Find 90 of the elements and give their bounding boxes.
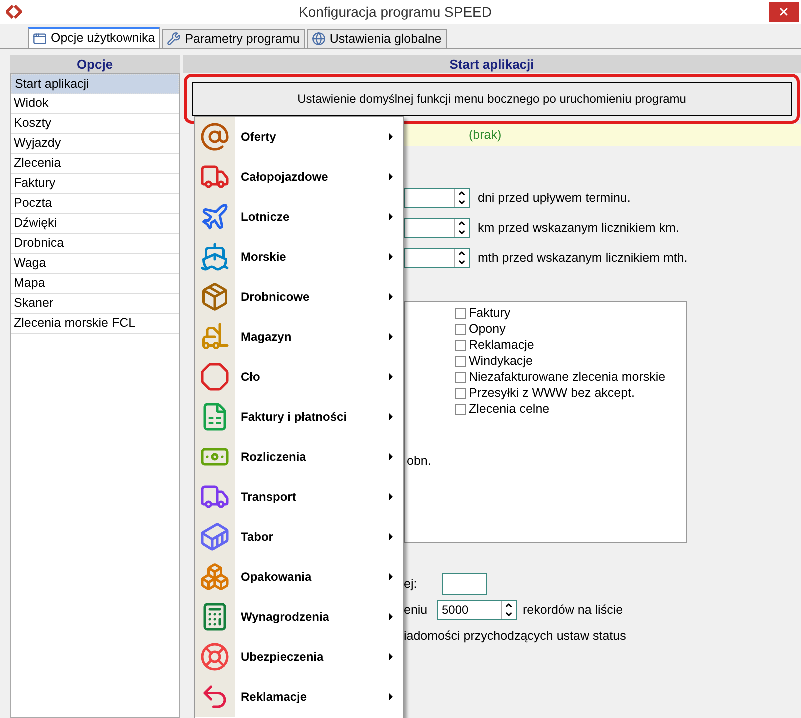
menu-item[interactable]: Cło <box>195 357 403 397</box>
checkbox[interactable] <box>455 324 466 334</box>
list-item[interactable]: Start aplikacji <box>11 74 179 94</box>
tab[interactable]: Opcje użytkownika <box>28 27 160 48</box>
menu-item[interactable]: Lotnicze <box>195 197 403 237</box>
octagon-icon <box>200 362 230 392</box>
submenu-arrow-icon <box>389 293 393 301</box>
list-item[interactable]: Zlecenia <box>11 154 179 174</box>
spin-suffix: mth przed wskazanym licznikiem mth. <box>478 250 688 267</box>
list-item[interactable]: Koszty <box>11 114 179 134</box>
submenu-arrow-icon <box>389 573 393 581</box>
menu-item[interactable]: Reklamacje <box>195 677 403 717</box>
list-item[interactable]: Dźwięki <box>11 214 179 234</box>
spin-field[interactable] <box>404 218 470 238</box>
checkbox-label: Zlecenia celne <box>469 400 550 418</box>
submenu-arrow-icon <box>389 253 393 261</box>
spin-field[interactable] <box>404 248 470 268</box>
checkbox-label: Faktury <box>469 304 511 322</box>
checkbox-label: Przesyłki z WWW bez akcept. <box>469 384 635 402</box>
close-icon <box>778 6 790 18</box>
menu-item[interactable]: Magazyn <box>195 317 403 357</box>
spin-suffix: dni przed upływem terminu. <box>478 190 631 207</box>
app-logo-icon <box>6 5 22 19</box>
checkbox[interactable] <box>455 388 466 398</box>
menu-item[interactable]: Rozliczenia <box>195 437 403 477</box>
default-menu-button[interactable]: Ustawienie domyślnej funkcji menu bocznego po uruchomieniu programu <box>192 82 792 116</box>
submenu-arrow-icon <box>389 693 393 701</box>
spin-field[interactable] <box>404 188 470 208</box>
at-sign-icon <box>200 122 230 152</box>
submenu-arrow-icon <box>389 413 393 421</box>
wrench-icon <box>167 32 182 46</box>
menu-item[interactable]: Ubezpieczenia <box>195 637 403 677</box>
ship-icon <box>200 242 230 272</box>
menu-item[interactable]: Faktury i płatności <box>195 397 403 437</box>
menu-item[interactable]: Morskie <box>195 237 403 277</box>
list-text: obn. <box>406 453 432 470</box>
field-label: eniu <box>404 602 429 619</box>
menu-item[interactable]: Drobnicowe <box>195 277 403 317</box>
list-item[interactable]: Faktury <box>11 174 179 194</box>
list-item[interactable]: Mapa <box>11 274 179 294</box>
menu-item[interactable]: Opakowania <box>195 557 403 597</box>
panel-header: Opcje <box>10 55 180 73</box>
list-item[interactable]: Widok <box>11 94 179 114</box>
forklift-icon <box>200 322 230 352</box>
window-title: Konfiguracja programu SPEED <box>298 2 493 22</box>
submenu-arrow-icon <box>389 373 393 381</box>
boxes-icon <box>200 562 230 592</box>
list-item[interactable]: Waga <box>11 254 179 274</box>
submenu-arrow-icon <box>389 173 393 181</box>
submenu-arrow-icon <box>389 533 393 541</box>
list-item[interactable]: Skaner <box>11 294 179 314</box>
submenu-arrow-icon <box>389 133 393 141</box>
lifebuoy-icon <box>200 642 230 672</box>
list-item[interactable]: Drobnica <box>11 234 179 254</box>
checkbox[interactable] <box>455 404 466 414</box>
field-suffix: rekordów na liście <box>523 602 624 619</box>
checkbox-label: Opony <box>469 320 506 338</box>
checkbox[interactable] <box>455 356 466 366</box>
menu-item[interactable]: Całopojazdowe <box>195 157 403 197</box>
tab[interactable]: Parametry programu <box>162 29 305 48</box>
submenu-arrow-icon <box>389 453 393 461</box>
status-label: iadomości przychodzących ustaw status <box>403 628 628 645</box>
checkbox-label: Reklamacje <box>469 336 534 354</box>
menu-item[interactable]: Wynagrodzenia <box>195 597 403 637</box>
menu-item[interactable]: Tabor <box>195 517 403 557</box>
checkbox[interactable] <box>455 340 466 350</box>
submenu-arrow-icon <box>389 613 393 621</box>
globe-icon <box>312 32 326 46</box>
submenu-arrow-icon <box>389 493 393 501</box>
tab[interactable]: Ustawienia globalne <box>306 29 447 48</box>
submenu-arrow-icon <box>389 653 393 661</box>
spin-suffix: km przed wskazanym licznikiem km. <box>478 220 680 237</box>
list-item[interactable]: Wyjazdy <box>11 134 179 154</box>
text-field[interactable] <box>442 573 488 595</box>
box-icon <box>200 282 230 312</box>
checkbox[interactable] <box>455 372 466 382</box>
checkbox-label: Windykacje <box>469 352 533 370</box>
spin-field[interactable]: 5000 <box>437 600 517 620</box>
list-item[interactable]: Poczta <box>11 194 179 214</box>
close-button[interactable] <box>769 2 799 22</box>
checkbox-label: Niezafakturowane zlecenia morskie <box>469 368 666 386</box>
checkbox[interactable] <box>455 308 466 318</box>
submenu-arrow-icon <box>389 333 393 341</box>
list-item[interactable]: Zlecenia morskie FCL <box>11 314 179 334</box>
submenu-arrow-icon <box>389 213 393 221</box>
airplane-icon <box>200 202 230 232</box>
menu-item[interactable]: Transport <box>195 477 403 517</box>
field-label: ej: <box>404 576 418 593</box>
panel-header: Start aplikacji <box>183 55 801 73</box>
window-icon <box>33 32 47 46</box>
